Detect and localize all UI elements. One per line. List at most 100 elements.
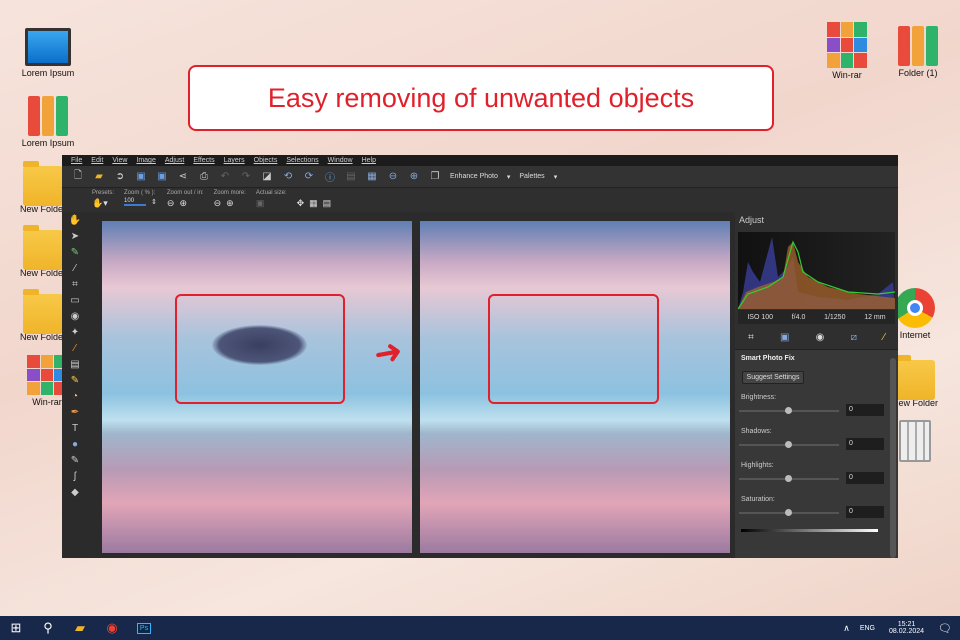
windows-start-icon[interactable]: ⊞ — [0, 616, 32, 640]
slider-knob[interactable] — [785, 441, 792, 448]
photo-icon[interactable]: ▣ — [780, 332, 789, 343]
crop-icon[interactable]: ⌗ — [748, 332, 754, 343]
makeover-tool-icon[interactable]: ✦ — [71, 327, 79, 338]
zoom-out-in-label: Zoom out / in: — [166, 190, 204, 196]
slider-knob[interactable] — [785, 407, 792, 414]
eraser-tool-icon[interactable]: ◆ — [71, 487, 79, 498]
slider-knob[interactable] — [785, 509, 792, 516]
browse-icon[interactable]: ➲ — [114, 171, 126, 183]
zoom-stepper[interactable]: ⇕ — [151, 198, 157, 206]
save-as-icon[interactable]: ▣ — [156, 171, 168, 183]
fill-window-icon[interactable]: ▤ — [323, 198, 332, 209]
full-screen-icon[interactable]: ▦ — [366, 171, 378, 183]
photoshop-icon[interactable]: Ps — [128, 616, 160, 640]
eye-icon[interactable]: ◉ — [816, 332, 825, 343]
brush-tool-icon[interactable]: ⁄ — [74, 343, 76, 354]
menu-bar: File Edit View Image Adjust Effects Layers Obje… — [62, 155, 898, 166]
redo-icon[interactable]: ↷ — [240, 171, 252, 183]
warp-tool-icon[interactable]: ʃ — [74, 471, 76, 482]
show-hidden-icons[interactable]: ∧ — [843, 623, 850, 634]
menu-file[interactable]: File — [71, 157, 82, 164]
enhance-photo-menu[interactable]: Enhance Photo — [450, 173, 498, 180]
desktop-icon-winrar[interactable]: Win-rar — [812, 22, 882, 80]
crop-tool-icon[interactable]: ⌗ — [72, 279, 78, 290]
headline-banner: Easy removing of unwanted objects — [188, 65, 774, 131]
fit-window-icon[interactable]: ▦ — [309, 198, 318, 209]
dropper-tool-icon[interactable]: ⁄ — [74, 263, 76, 274]
focal-length-value: 12 mm — [864, 313, 886, 321]
menu-edit[interactable]: Edit — [91, 157, 103, 164]
zoom-in-icon[interactable]: ⊕ — [179, 198, 187, 209]
language-indicator[interactable]: ENG — [860, 625, 875, 632]
chrome-icon[interactable]: ◉ — [96, 616, 128, 640]
rotate-left-icon[interactable]: ⟲ — [282, 171, 294, 183]
pan-tool-icon[interactable]: ✋ — [69, 215, 81, 226]
actual-size-icon[interactable]: ▣ — [256, 198, 265, 209]
save-icon[interactable]: ▣ — [135, 171, 147, 183]
selection-tool-icon[interactable]: ✎ — [71, 247, 79, 258]
share-icon[interactable]: ⋖ — [177, 171, 189, 183]
zoom-in-icon[interactable]: ⊕ — [408, 171, 420, 183]
zoom-out-icon[interactable]: ⊖ — [167, 198, 175, 209]
smart-fix-icon[interactable]: ⁄ — [883, 332, 885, 343]
copy-icon[interactable]: ❐ — [429, 171, 441, 183]
clock-date: 08.02.2024 — [888, 628, 925, 635]
menu-help[interactable]: Help — [362, 157, 376, 164]
menu-objects[interactable]: Objects — [254, 157, 278, 164]
straighten-tool-icon[interactable]: ▭ — [70, 295, 79, 306]
icon-label: Lorem Ipsum — [21, 138, 75, 148]
hand-preset-icon[interactable]: ✋▾ — [92, 198, 108, 209]
zoom-out-icon[interactable]: ⊖ — [387, 171, 399, 183]
text-tool-icon[interactable]: T — [72, 423, 78, 434]
slider-value-input[interactable]: 0 — [846, 438, 884, 450]
slider-knob[interactable] — [785, 475, 792, 482]
adjust-slider[interactable] — [739, 441, 839, 448]
clock[interactable]: 15:21 08.02.2024 — [889, 621, 924, 635]
fill-tool-icon[interactable]: ◔ — [72, 391, 78, 402]
info-icon[interactable]: ⓘ — [324, 171, 336, 184]
search-icon[interactable]: ⚲ — [32, 616, 64, 640]
adjust-slider[interactable] — [739, 475, 839, 482]
clone-tool-icon[interactable]: ✒ — [71, 407, 79, 418]
adjust-slider[interactable] — [739, 407, 839, 414]
desktop-icon-folder-1[interactable]: Folder (1) — [883, 26, 953, 78]
print-icon[interactable]: ⎙ — [198, 171, 210, 183]
undo-icon[interactable]: ↶ — [219, 171, 231, 183]
resize-icon[interactable]: ◪ — [261, 171, 273, 183]
menu-view[interactable]: View — [112, 157, 127, 164]
open-folder-icon[interactable]: ▰ — [93, 171, 105, 183]
pen-draw-tool-icon[interactable]: ✎ — [71, 455, 79, 466]
rotate-right-icon[interactable]: ⟳ — [303, 171, 315, 183]
pan-icon[interactable]: ✥ — [297, 198, 305, 209]
zoom-input[interactable]: 100 — [124, 198, 147, 206]
menu-layers[interactable]: Layers — [224, 157, 245, 164]
desktop-icon-lorem-ipsum-binders[interactable]: Lorem Ipsum — [13, 96, 83, 148]
gradient-tool-icon[interactable]: ▤ — [70, 359, 79, 370]
panel-scrollbar[interactable] — [890, 358, 896, 558]
palettes-menu[interactable]: Palettes — [519, 173, 544, 180]
straighten-icon[interactable]: ⧄ — [851, 332, 857, 343]
suggest-settings-button[interactable]: Suggest Settings — [742, 371, 804, 384]
menu-window[interactable]: Window — [328, 157, 353, 164]
zoom-more-in-icon[interactable]: ⊕ — [226, 198, 234, 209]
desktop-icon-lorem-ipsum-pc[interactable]: Lorem Ipsum — [13, 28, 83, 78]
pen-tool-icon[interactable]: ✎ — [71, 375, 79, 386]
chevron-down-icon[interactable]: ▾ — [507, 173, 511, 181]
slider-value-input[interactable]: 0 — [846, 404, 884, 416]
menu-adjust[interactable]: Adjust — [165, 157, 184, 164]
red-eye-tool-icon[interactable]: ◉ — [71, 311, 80, 322]
file-explorer-icon[interactable]: ▰ — [64, 616, 96, 640]
slider-value-input[interactable]: 0 — [846, 506, 884, 518]
menu-image[interactable]: Image — [136, 157, 155, 164]
shape-tool-icon[interactable]: ● — [72, 439, 78, 450]
new-file-icon[interactable]: 🗋 — [72, 170, 84, 183]
pick-tool-icon[interactable]: ➤ — [71, 231, 79, 242]
fit-icon[interactable]: ▤ — [345, 171, 357, 183]
menu-selections[interactable]: Selections — [286, 157, 318, 164]
adjust-slider[interactable] — [739, 509, 839, 516]
menu-effects[interactable]: Effects — [193, 157, 214, 164]
chevron-down-icon[interactable]: ▾ — [554, 173, 558, 181]
zoom-more-out-icon[interactable]: ⊖ — [214, 198, 222, 209]
notifications-icon[interactable]: 🗨 — [938, 622, 952, 635]
slider-value-input[interactable]: 0 — [846, 472, 884, 484]
